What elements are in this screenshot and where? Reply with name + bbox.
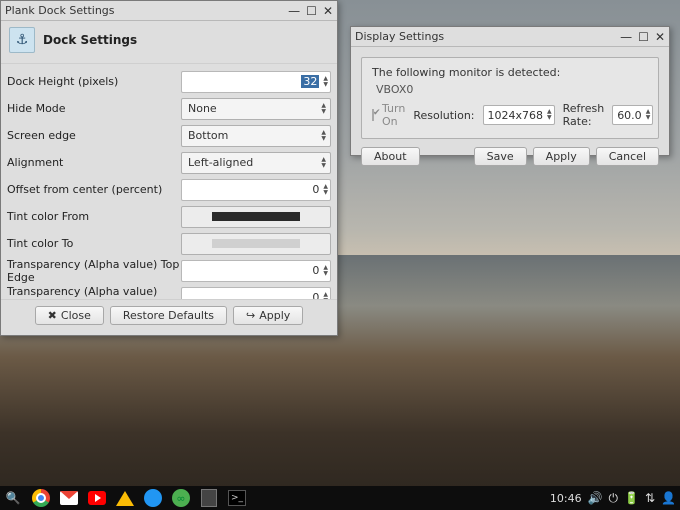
chevron-down-icon[interactable]: ▼ — [323, 82, 328, 88]
minimize-icon[interactable]: — — [620, 30, 632, 44]
offset-label: Offset from center (percent) — [7, 183, 181, 196]
turn-on-checkbox[interactable] — [372, 109, 374, 121]
battery-icon[interactable]: 🔋 — [624, 491, 639, 505]
offset-input[interactable]: 0 ▲▼ — [181, 179, 331, 201]
apply-button[interactable]: ↪Apply — [233, 306, 303, 325]
close-icon[interactable]: ✕ — [323, 4, 333, 18]
tint-from-color[interactable] — [181, 206, 331, 228]
hide-mode-label: Hide Mode — [7, 102, 181, 115]
monitor-name: VBOX0 — [376, 83, 648, 96]
display-settings-titlebar[interactable]: Display Settings — ☐ ✕ — [351, 27, 669, 47]
link-icon[interactable]: ∞ — [172, 489, 190, 507]
restore-defaults-button[interactable]: Restore Defaults — [110, 306, 227, 325]
user-icon[interactable]: 👤 — [661, 491, 676, 505]
terminal-icon[interactable]: >_ — [228, 489, 246, 507]
editor-icon[interactable] — [200, 489, 218, 507]
drive-icon[interactable] — [116, 489, 134, 507]
dock-height-input[interactable]: 32 ▲▼ — [181, 71, 331, 93]
plank-anchor-icon — [9, 27, 35, 53]
tint-from-label: Tint color From — [7, 210, 181, 223]
resolution-select[interactable]: 1024x768 ▲▼ — [483, 105, 555, 125]
close-button[interactable]: ✖Close — [35, 306, 104, 325]
chevron-down-icon[interactable]: ▼ — [321, 163, 326, 169]
resolution-label: Resolution: — [413, 109, 474, 122]
refresh-rate-label: Refresh Rate: — [563, 102, 605, 128]
tint-to-color[interactable] — [181, 233, 331, 255]
volume-icon[interactable]: 🔊 — [588, 491, 603, 505]
turn-on-label: Turn On — [382, 102, 405, 128]
display-settings-window: Display Settings — ☐ ✕ The following mon… — [350, 26, 670, 156]
alpha-top-label: Transparency (Alpha value) Top Edge — [7, 258, 181, 284]
chevron-down-icon[interactable]: ▼ — [323, 190, 328, 196]
taskbar: 🔍 ∞ >_ 10:46 🔊 ⏻ 🔋 ⇅ 👤 — [0, 486, 680, 510]
dock-settings-header: Dock Settings — [1, 21, 337, 64]
chevron-down-icon[interactable]: ▼ — [321, 136, 326, 142]
power-icon[interactable]: ⏻ — [609, 491, 619, 506]
minimize-icon[interactable]: — — [288, 4, 300, 18]
apply-button[interactable]: Apply — [533, 147, 590, 166]
tint-to-label: Tint color To — [7, 237, 181, 250]
alpha-top-input[interactable]: 0 ▲▼ — [181, 260, 331, 282]
close-icon: ✖ — [48, 309, 57, 322]
clock[interactable]: 10:46 — [550, 492, 582, 505]
chevron-down-icon[interactable]: ▼ — [321, 109, 326, 115]
display-settings-title: Display Settings — [355, 30, 620, 43]
chevron-down-icon[interactable]: ▼ — [323, 271, 328, 277]
files-icon[interactable] — [144, 489, 162, 507]
chevron-down-icon[interactable]: ▼ — [547, 115, 552, 121]
alignment-select[interactable]: Left-aligned ▲▼ — [181, 152, 331, 174]
dock-height-label: Dock Height (pixels) — [7, 75, 181, 88]
search-icon[interactable]: 🔍 — [4, 489, 22, 507]
close-icon[interactable]: ✕ — [655, 30, 665, 44]
dock-settings-window: Plank Dock Settings — ☐ ✕ Dock Settings … — [0, 0, 338, 336]
monitor-detected-text: The following monitor is detected: — [372, 66, 648, 79]
youtube-icon[interactable] — [88, 489, 106, 507]
screen-edge-label: Screen edge — [7, 129, 181, 142]
hide-mode-select[interactable]: None ▲▼ — [181, 98, 331, 120]
dock-settings-title: Plank Dock Settings — [5, 4, 288, 17]
chrome-icon[interactable] — [32, 489, 50, 507]
maximize-icon[interactable]: ☐ — [638, 30, 649, 44]
dock-settings-heading: Dock Settings — [43, 33, 137, 47]
screen-edge-select[interactable]: Bottom ▲▼ — [181, 125, 331, 147]
about-button[interactable]: About — [361, 147, 420, 166]
network-icon[interactable]: ⇅ — [645, 491, 655, 505]
cancel-button[interactable]: Cancel — [596, 147, 659, 166]
gmail-icon[interactable] — [60, 489, 78, 507]
refresh-rate-select[interactable]: 60.0 ▲▼ — [612, 105, 653, 125]
save-button[interactable]: Save — [474, 147, 527, 166]
dock-settings-titlebar[interactable]: Plank Dock Settings — ☐ ✕ — [1, 1, 337, 21]
alignment-label: Alignment — [7, 156, 181, 169]
apply-icon: ↪ — [246, 309, 255, 322]
maximize-icon[interactable]: ☐ — [306, 4, 317, 18]
chevron-down-icon[interactable]: ▼ — [646, 115, 651, 121]
